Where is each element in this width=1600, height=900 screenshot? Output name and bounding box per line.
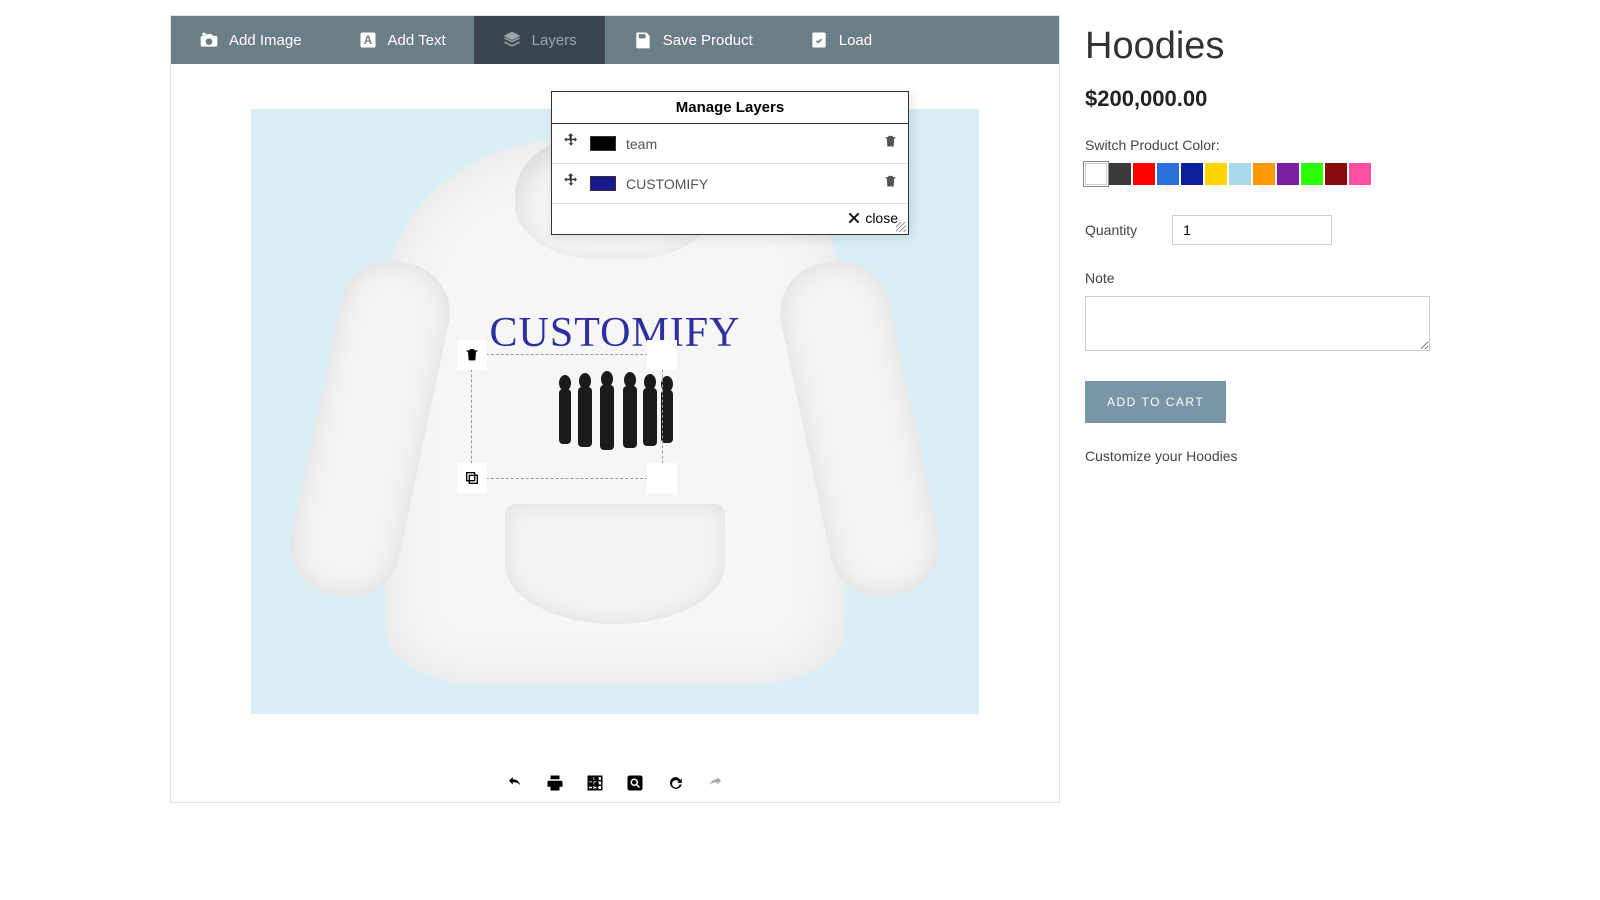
refresh-icon: [666, 774, 684, 792]
color-swatch[interactable]: [1301, 163, 1323, 185]
svg-text:A: A: [363, 34, 372, 47]
layers-button[interactable]: Layers: [474, 16, 605, 64]
resize-handle[interactable]: [647, 463, 677, 493]
color-swatch[interactable]: [1085, 163, 1107, 185]
product-title: Hoodies: [1085, 25, 1430, 68]
print-button[interactable]: [546, 774, 564, 797]
add-text-label: Add Text: [388, 32, 446, 49]
color-swatches: [1085, 163, 1430, 185]
resize-grip[interactable]: [896, 222, 906, 232]
color-swatch[interactable]: [1157, 163, 1179, 185]
text-layer-customify[interactable]: CUSTOMIFY: [490, 309, 741, 357]
layer-name: CUSTOMIFY: [626, 176, 708, 192]
product-description: Customize your Hoodies: [1085, 448, 1430, 464]
switch-color-label: Switch Product Color:: [1085, 137, 1430, 153]
color-swatch[interactable]: [1181, 163, 1203, 185]
reset-button[interactable]: [666, 774, 684, 797]
color-swatch[interactable]: [1109, 163, 1131, 185]
close-icon: [847, 211, 861, 225]
designer-panel: Add Image A Add Text Layers Save Product…: [170, 15, 1060, 803]
undo-icon: [506, 774, 524, 792]
layers-icon: [502, 30, 522, 50]
save-product-label: Save Product: [663, 32, 753, 49]
grid-button[interactable]: [586, 774, 604, 797]
redo-button[interactable]: [706, 774, 724, 797]
color-swatch[interactable]: [1325, 163, 1347, 185]
layers-label: Layers: [532, 32, 577, 49]
camera-icon: [199, 30, 219, 50]
zoom-icon: [626, 774, 644, 792]
layer-row[interactable]: CUSTOMIFY: [552, 164, 908, 204]
move-icon[interactable]: [562, 132, 580, 155]
duplicate-icon: [464, 470, 480, 486]
add-image-label: Add Image: [229, 32, 302, 49]
color-swatch[interactable]: [1133, 163, 1155, 185]
load-icon: [809, 30, 829, 50]
note-label: Note: [1085, 270, 1430, 286]
delete-handle[interactable]: [457, 340, 487, 370]
load-button[interactable]: Load: [781, 16, 900, 64]
color-swatch[interactable]: [1277, 163, 1299, 185]
close-label: close: [865, 210, 898, 226]
trash-icon: [883, 173, 898, 190]
note-textarea[interactable]: [1085, 296, 1430, 351]
trash-icon: [464, 347, 480, 363]
layers-panel[interactable]: Manage Layers team CUSTOMIFY close: [551, 91, 909, 235]
save-product-button[interactable]: Save Product: [605, 16, 781, 64]
main-toolbar: Add Image A Add Text Layers Save Product…: [171, 16, 1059, 64]
text-icon: A: [358, 30, 378, 50]
color-swatch[interactable]: [1253, 163, 1275, 185]
layer-name: team: [626, 136, 657, 152]
layer-color-swatch: [590, 136, 616, 151]
layer-color-swatch: [590, 176, 616, 191]
grid-icon: [586, 774, 604, 792]
quantity-label: Quantity: [1085, 222, 1137, 238]
color-swatch[interactable]: [1205, 163, 1227, 185]
bottom-toolbar: [171, 759, 1059, 802]
print-icon: [546, 774, 564, 792]
layer-row[interactable]: team: [552, 124, 908, 164]
layers-panel-title: Manage Layers: [552, 92, 908, 124]
move-icon[interactable]: [562, 172, 580, 195]
close-layers-button[interactable]: close: [552, 204, 908, 234]
delete-layer-button[interactable]: [883, 133, 898, 155]
duplicate-handle[interactable]: [457, 463, 487, 493]
undo-button[interactable]: [506, 774, 524, 797]
color-swatch[interactable]: [1349, 163, 1371, 185]
save-icon: [633, 30, 653, 50]
add-image-button[interactable]: Add Image: [171, 16, 330, 64]
quantity-input[interactable]: [1172, 215, 1332, 245]
zoom-button[interactable]: [626, 774, 644, 797]
trash-icon: [883, 133, 898, 150]
redo-icon: [706, 774, 724, 792]
handle-tr[interactable]: [647, 340, 677, 370]
color-swatch[interactable]: [1229, 163, 1251, 185]
product-price: $200,000.00: [1085, 86, 1430, 112]
add-text-button[interactable]: A Add Text: [330, 16, 474, 64]
load-label: Load: [839, 32, 872, 49]
product-sidebar: Hoodies $200,000.00 Switch Product Color…: [1085, 15, 1430, 803]
selection-box[interactable]: [471, 354, 663, 479]
delete-layer-button[interactable]: [883, 173, 898, 195]
add-to-cart-button[interactable]: ADD TO CART: [1085, 381, 1226, 423]
